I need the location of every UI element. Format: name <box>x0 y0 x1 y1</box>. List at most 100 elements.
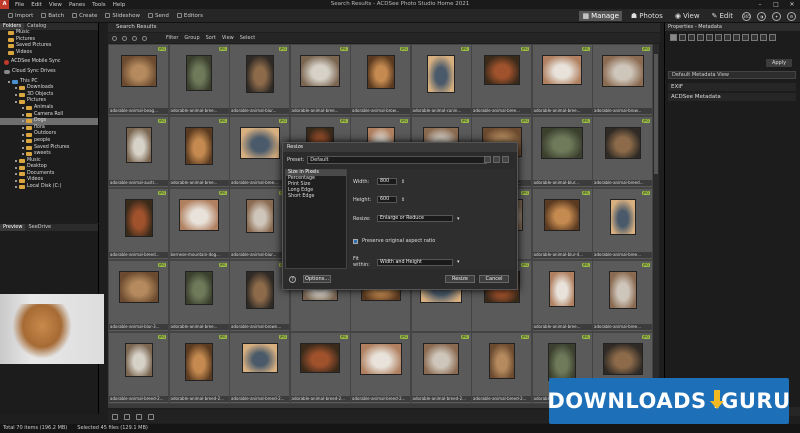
section-acdsee-metadata[interactable]: ACDSee Metadata <box>668 93 796 101</box>
dashboard-icon[interactable]: ◑ <box>757 11 766 21</box>
expand-icon[interactable] <box>22 113 24 116</box>
expand-icon[interactable] <box>15 100 17 103</box>
menu-panes[interactable]: Panes <box>69 2 85 8</box>
toolbar-slideshow-button[interactable]: Slideshow <box>105 13 140 19</box>
swatch-check[interactable] <box>670 34 677 41</box>
sync-item-mobile[interactable]: ACDSee Mobile Sync <box>0 59 98 66</box>
options-button[interactable]: Options... <box>303 275 331 283</box>
toolbar-send-button[interactable]: Send <box>148 13 169 19</box>
thumbnail-cell[interactable]: JPG adorable-animal-austr... <box>108 116 169 188</box>
tree-item[interactable]: Local Disk (C:) <box>0 184 98 191</box>
swatch-6[interactable] <box>724 34 731 41</box>
expand-icon[interactable] <box>15 94 17 97</box>
tree-item[interactable]: sweets <box>0 151 98 158</box>
resize-mode-short-edge[interactable]: Short Edge <box>286 194 346 200</box>
tree-item[interactable]: Music <box>0 158 98 165</box>
expand-icon[interactable] <box>15 186 17 189</box>
thumbnail-cell[interactable]: JPG adorable-animal-beag... <box>108 44 169 116</box>
resize-button[interactable]: Resize <box>445 275 475 283</box>
swatch-3[interactable] <box>697 34 704 41</box>
365-icon[interactable]: 365 <box>742 11 751 21</box>
tree-item[interactable]: Pictures <box>0 98 98 105</box>
tree-item[interactable]: Outdoors <box>0 131 98 138</box>
apply-button[interactable]: Apply <box>766 59 792 67</box>
swatch-7[interactable] <box>733 34 740 41</box>
rotate-left-icon[interactable] <box>112 413 118 420</box>
filter-group-menu[interactable]: Group <box>184 35 199 41</box>
resize-dropdown-icon[interactable]: ▾ <box>457 216 460 222</box>
thumbnail-cell[interactable]: JPG adorable-animal-bree... <box>289 44 351 116</box>
expand-icon[interactable] <box>22 146 24 149</box>
help-icon[interactable]: ? <box>289 276 296 283</box>
tab-seedrive[interactable]: SeeDrive <box>25 224 54 231</box>
thumbnail-cell[interactable]: JPG adorable-animal-bree... <box>531 260 593 332</box>
swatch-9[interactable] <box>751 34 758 41</box>
tab-catalog[interactable]: Catalog <box>24 23 49 30</box>
thumbnail-cell[interactable]: JPG adorable-animal-brow... <box>592 44 653 116</box>
thumbnail-cell[interactable]: JPG adorable-animal-brow... <box>350 44 411 116</box>
menu-view[interactable]: View <box>49 2 62 8</box>
toolbar-batch-button[interactable]: Batch <box>41 13 64 19</box>
rotate-right-icon[interactable] <box>124 413 130 420</box>
resize-select[interactable]: Enlarge or Reduce <box>377 215 453 222</box>
thumbnail-cell[interactable]: JPG adorable-animal-breed-2... <box>410 332 472 404</box>
expand-icon[interactable] <box>22 120 24 123</box>
tree-item[interactable]: Dogs <box>0 118 98 125</box>
thumbnail-cell[interactable]: JPGadorable-animal-blur... <box>229 188 290 260</box>
mode-view[interactable]: ◉ View <box>672 11 703 21</box>
thumbnail-cell[interactable]: JPG adorable-animal-bree... <box>168 116 230 188</box>
forward-icon[interactable] <box>132 35 137 41</box>
thumbnail-cell[interactable]: JPG adorable-animal-bree... <box>229 116 290 188</box>
expand-icon[interactable] <box>22 140 24 143</box>
tree-item[interactable]: Animals <box>0 105 98 112</box>
expand-icon[interactable] <box>22 107 24 110</box>
path-bar[interactable]: Search Results <box>108 23 660 32</box>
mode-manage[interactable]: ▦ Manage <box>579 11 622 21</box>
thumbnail-cell[interactable]: JPG adorable-animal-breed... <box>108 188 169 260</box>
thumbnail-cell[interactable]: JPGadorable-animal-brown... <box>229 260 290 332</box>
zoom-icon[interactable] <box>136 413 142 420</box>
delete-icon[interactable] <box>502 156 509 163</box>
quick-item[interactable]: Videos <box>0 50 98 57</box>
grid-scrollbar[interactable] <box>653 44 659 408</box>
menu-file[interactable]: File <box>15 2 24 8</box>
expand-icon[interactable] <box>15 159 17 162</box>
aspect-checkbox[interactable] <box>353 238 358 244</box>
refresh-icon[interactable] <box>142 35 147 41</box>
tree-item[interactable]: Camera Roll <box>0 112 98 119</box>
thumbnail-cell[interactable]: JPG adorable-animal-blur-3... <box>108 260 169 332</box>
thumbnail-cell[interactable]: JPG adorable-animal-breed-2... <box>350 332 411 404</box>
fit-select[interactable]: Width and Height <box>377 258 453 266</box>
thumbnail-cell[interactable]: JPG adorable-animal-bree... <box>471 44 532 116</box>
scroll-thumb[interactable] <box>654 54 658 174</box>
expand-icon[interactable] <box>15 87 17 90</box>
tree-item[interactable]: 3D Objects <box>0 92 98 99</box>
filter-filter-menu[interactable]: Filter <box>166 35 178 41</box>
swatch-10[interactable] <box>760 34 767 41</box>
thumbnail-cell[interactable]: JPG adorable-animal-breed-2... <box>471 332 532 404</box>
preset-select[interactable]: Default <box>307 156 488 164</box>
back-icon[interactable] <box>122 35 127 41</box>
expand-icon[interactable] <box>22 133 24 136</box>
height-field[interactable]: 600 <box>377 196 397 203</box>
expand-icon[interactable] <box>15 173 17 176</box>
tab-folders[interactable]: Folders <box>0 23 25 30</box>
save-icon[interactable] <box>493 156 500 163</box>
swatch-11[interactable] <box>769 34 776 41</box>
thumbnail-cell[interactable]: JPG adorable-animal-breed-2... <box>168 332 230 404</box>
quick-item[interactable]: Music <box>0 30 98 37</box>
thumbnail-cell[interactable]: JPG bernese-mountain-dog... <box>168 188 230 260</box>
thumbnail-cell[interactable]: JPGadorable-animal-blur... <box>229 44 290 116</box>
expand-icon[interactable] <box>22 127 24 130</box>
swatch-1[interactable] <box>679 34 686 41</box>
tree-item[interactable]: Downloads <box>0 85 98 92</box>
quick-item[interactable]: Saved Pictures <box>0 43 98 50</box>
toolbar-create-button[interactable]: Create <box>72 13 97 19</box>
fit-dropdown-icon[interactable]: ▾ <box>457 259 460 265</box>
thumbnail-cell[interactable]: JPGadorable-animal-blur... <box>531 116 593 188</box>
close-button[interactable]: ✕ <box>784 0 800 9</box>
thumbnail-cell[interactable]: JPG adorable-animal-bree... <box>592 260 653 332</box>
expand-icon[interactable] <box>15 166 17 169</box>
section-exif[interactable]: EXIF <box>668 83 796 91</box>
develop-icon[interactable]: ✦ <box>772 11 781 21</box>
